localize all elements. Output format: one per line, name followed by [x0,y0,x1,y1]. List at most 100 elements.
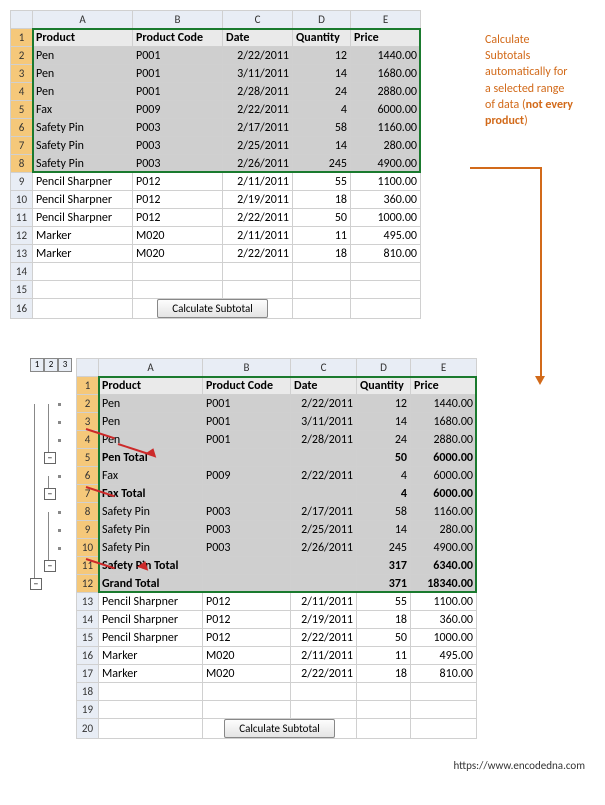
header-cell[interactable]: Quantity [293,29,351,47]
cell[interactable] [223,263,293,281]
row-header[interactable]: 16 [11,299,33,319]
cell[interactable]: 12 [293,47,351,65]
row-header[interactable]: 11 [11,209,33,227]
cell[interactable]: Marker [33,227,133,245]
cell[interactable]: 2/22/2011 [291,395,357,413]
cell[interactable]: 1440.00 [351,47,421,65]
cell[interactable] [203,683,291,701]
cell[interactable]: 1000.00 [351,209,421,227]
cell[interactable]: 2/25/2011 [291,521,357,539]
cell[interactable] [223,281,293,299]
cell[interactable]: 2/22/2011 [223,47,293,65]
header-cell[interactable]: Price [351,29,421,47]
cell[interactable]: P003 [133,119,223,137]
cell[interactable]: P001 [133,47,223,65]
row-header[interactable]: 7 [77,485,99,503]
cell[interactable]: P001 [203,395,291,413]
cell[interactable]: Marker [33,245,133,263]
cell[interactable]: Pen [99,431,203,449]
cell[interactable]: Pen [33,47,133,65]
cell[interactable]: 18 [293,191,351,209]
cell[interactable] [411,701,477,719]
row-header[interactable]: 1 [77,377,99,395]
cell[interactable]: 2/22/2011 [223,209,293,227]
cell[interactable]: Safety Pin [33,119,133,137]
cell[interactable] [291,485,357,503]
row-header[interactable]: 12 [11,227,33,245]
cell[interactable]: 810.00 [411,665,477,683]
cell[interactable]: 12 [357,395,411,413]
cell[interactable] [203,557,291,575]
cell[interactable]: 18340.00 [411,575,477,593]
cell[interactable]: 2/11/2011 [223,227,293,245]
cell[interactable]: Pen [99,395,203,413]
spreadsheet-before[interactable]: ABCDE1ProductProduct CodeDateQuantityPri… [10,10,421,319]
cell[interactable]: 4 [357,467,411,485]
cell[interactable]: 11 [293,227,351,245]
cell[interactable]: 14 [293,65,351,83]
outline-collapse-icon[interactable]: − [44,560,56,572]
outline-collapse-icon[interactable]: − [44,488,56,500]
row-header[interactable]: 12 [77,575,99,593]
column-header-D[interactable]: D [357,359,411,377]
cell[interactable]: 2/28/2011 [291,431,357,449]
row-header[interactable]: 8 [77,503,99,521]
cell[interactable]: 2/19/2011 [223,191,293,209]
cell[interactable]: 2/11/2011 [223,173,293,191]
cell[interactable]: P012 [133,209,223,227]
cell[interactable]: 11 [357,647,411,665]
row-header[interactable]: 6 [11,119,33,137]
row-header[interactable]: 19 [77,701,99,719]
cell[interactable]: 55 [293,173,351,191]
cell[interactable]: 4 [293,101,351,119]
cell[interactable]: 495.00 [411,647,477,665]
cell[interactable] [203,449,291,467]
cell[interactable]: 810.00 [351,245,421,263]
cell[interactable]: 14 [357,413,411,431]
row-header[interactable]: 15 [77,629,99,647]
row-header[interactable]: 3 [11,65,33,83]
cell[interactable]: 1100.00 [411,593,477,611]
cell[interactable]: 1680.00 [351,65,421,83]
header-cell[interactable]: Product Code [203,377,291,395]
cell[interactable]: 50 [357,629,411,647]
cell[interactable]: Safety Pin Total [99,557,203,575]
header-cell[interactable]: Product [33,29,133,47]
cell[interactable]: 2/17/2011 [291,503,357,521]
cell[interactable]: 1440.00 [411,395,477,413]
cell[interactable]: Safety Pin [33,137,133,155]
cell[interactable]: 50 [293,209,351,227]
cell[interactable]: Pencil Sharpner [33,191,133,209]
cell[interactable]: 4 [357,485,411,503]
cell[interactable]: 58 [357,503,411,521]
cell[interactable]: P009 [203,467,291,485]
cell[interactable]: 18 [357,611,411,629]
row-header[interactable]: 7 [11,137,33,155]
corner-cell[interactable] [77,359,99,377]
cell[interactable]: P001 [203,431,291,449]
cell[interactable]: 2/22/2011 [291,629,357,647]
cell[interactable]: 4900.00 [411,539,477,557]
cell[interactable]: Grand Total [99,575,203,593]
cell[interactable]: Safety Pin [99,539,203,557]
cell[interactable] [203,575,291,593]
cell[interactable]: 245 [293,155,351,173]
row-header[interactable]: 2 [77,395,99,413]
cell[interactable]: 24 [293,83,351,101]
cell[interactable]: Safety Pin [99,521,203,539]
cell[interactable]: P001 [203,413,291,431]
header-cell[interactable]: Quantity [357,377,411,395]
cell[interactable]: 371 [357,575,411,593]
cell[interactable]: Pencil Sharpner [99,593,203,611]
cell[interactable]: Pen [33,83,133,101]
cell[interactable]: Pen [99,413,203,431]
cell[interactable]: 1100.00 [351,173,421,191]
cell[interactable] [411,683,477,701]
calculate-subtotal-button[interactable]: Calculate Subtotal [157,299,268,318]
row-header[interactable]: 9 [77,521,99,539]
cell[interactable]: P003 [133,137,223,155]
cell[interactable]: 50 [357,449,411,467]
cell[interactable]: 317 [357,557,411,575]
cell[interactable]: 3/11/2011 [223,65,293,83]
cell[interactable] [33,263,133,281]
